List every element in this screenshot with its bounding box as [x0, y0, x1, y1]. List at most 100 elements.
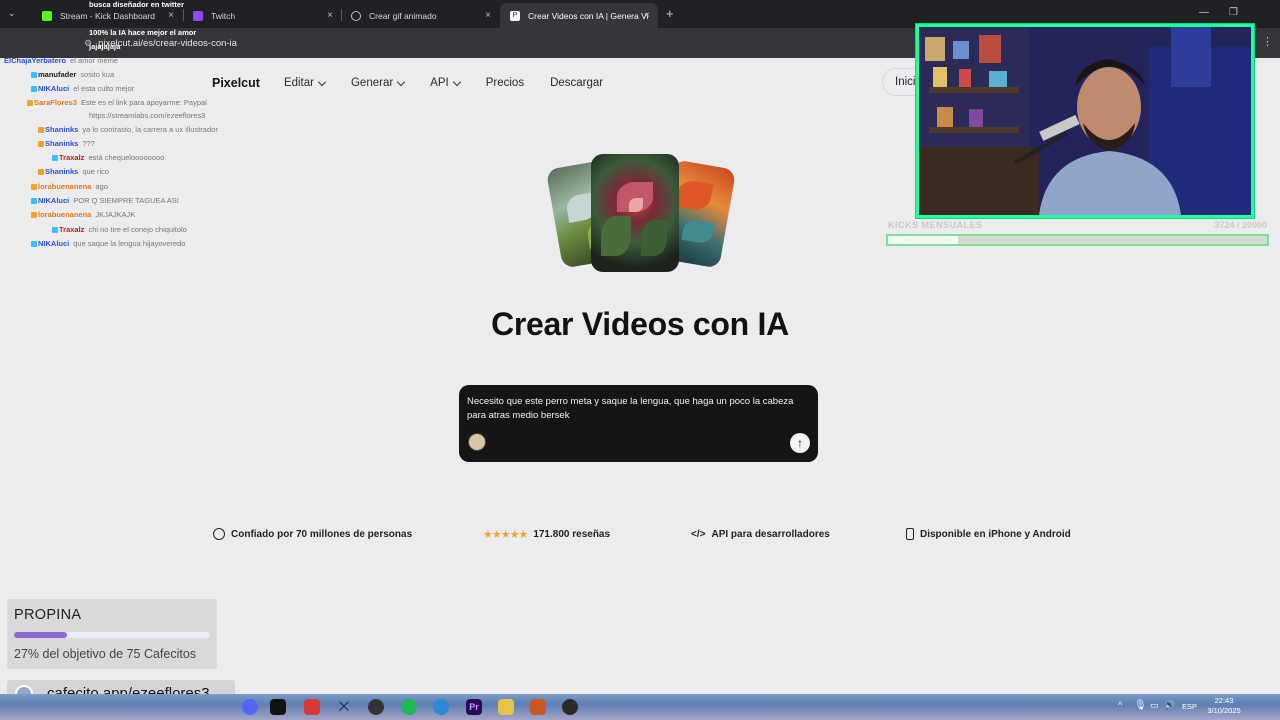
- chat-line: ElChajaYerbatero el amor meme: [4, 56, 118, 65]
- kicks-count: 3724 / 20000: [1214, 220, 1267, 230]
- nav-api[interactable]: API: [430, 77, 461, 89]
- chevron-down-icon: [317, 77, 327, 86]
- send-button[interactable]: ↑: [790, 433, 810, 453]
- app-icon[interactable]: [433, 699, 449, 715]
- tab-twitch[interactable]: Twitch ×: [183, 3, 341, 28]
- chat-line: Shaninks ya lo contrasto, la carrera a ux…: [38, 125, 218, 134]
- language-indicator[interactable]: ESP: [1182, 702, 1197, 711]
- image-detail: [629, 198, 643, 212]
- tip-goal-text: 27% del objetivo de 75 Cafecitos: [14, 647, 197, 661]
- browser-menu-icon[interactable]: ⋮: [1262, 35, 1273, 48]
- spotify-icon[interactable]: [401, 699, 417, 715]
- chat-message: que saque la lengua hijayoveredo: [73, 239, 186, 248]
- webcam-scene: [919, 27, 1251, 215]
- prompt-textarea[interactable]: Necesito que este perro meta y saque la …: [467, 395, 812, 422]
- restore-icon[interactable]: ❐: [1229, 7, 1238, 18]
- stars-icon: ★★★★★: [483, 528, 528, 541]
- tab-title: Stream - Kick Dashboard: [60, 10, 155, 21]
- nav-precios[interactable]: Precios: [486, 77, 524, 89]
- tab-close-icon[interactable]: ×: [168, 10, 174, 21]
- kicks-progress-fill: [888, 236, 959, 244]
- chat-username: Traxalz: [59, 153, 85, 162]
- tab-list-chevron-icon[interactable]: ⌄: [8, 8, 16, 19]
- hero-image-stack: [545, 150, 737, 274]
- smiley-icon: [213, 528, 225, 540]
- premiere-icon[interactable]: Pr: [466, 699, 482, 715]
- app-icon[interactable]: [304, 699, 320, 715]
- image-detail: [675, 178, 714, 212]
- folder-icon[interactable]: [498, 699, 514, 715]
- volume-icon[interactable]: 🔊: [1164, 700, 1175, 711]
- prompt-input-box[interactable]: Necesito que este perro meta y saque la …: [459, 385, 818, 462]
- kicks-progress-bar: [886, 234, 1269, 246]
- minimize-icon[interactable]: —: [1199, 7, 1209, 18]
- twitch-favicon-icon: [193, 10, 203, 21]
- feature-label: 171.800 reseñas: [533, 528, 611, 540]
- nav-editar[interactable]: Editar: [284, 77, 327, 89]
- pixelcut-logo[interactable]: Pixelcut: [212, 76, 260, 90]
- image-detail: [601, 216, 631, 256]
- chat-message: jajajajaja: [89, 42, 121, 51]
- tab-close-icon[interactable]: ×: [327, 10, 333, 21]
- image-detail: [681, 217, 715, 245]
- feature-label: Disponible en iPhone y Android: [920, 528, 1071, 540]
- chat-line: SaraFlores3 Este es el link para apoyarme…: [27, 98, 207, 107]
- chat-message: el esta culto mejor: [73, 84, 135, 93]
- tab-title: Crear gif animado: [369, 10, 437, 21]
- chat-message: sosito kua: [80, 70, 115, 79]
- chat-message: está chequeloooooooo: [88, 153, 165, 162]
- windows-taskbar: ⨉ Pr ^ 🎙 ▭ 🔊 ESP 22:43 3/10/2025: [0, 694, 1280, 720]
- tip-progress-bar: [14, 632, 210, 638]
- obs-icon[interactable]: [270, 699, 286, 715]
- chat-username: NIKAluci: [38, 196, 70, 205]
- chevron-down-icon: [396, 77, 406, 86]
- nav-label: Generar: [350, 77, 394, 89]
- nav-label: API: [430, 77, 449, 89]
- tray-chevron-icon[interactable]: ^: [1118, 700, 1122, 710]
- kick-favicon-icon: [42, 10, 52, 21]
- chat-username: SaraFlores3: [34, 98, 77, 107]
- nav-descargar[interactable]: Descargar: [550, 77, 603, 89]
- chat-username: NIKAluci: [38, 84, 70, 93]
- chat-username: Shaninks: [45, 139, 79, 148]
- microphone-icon[interactable]: 🎙: [1134, 700, 1147, 711]
- image-detail: [641, 220, 667, 256]
- tab-close-icon[interactable]: ×: [644, 10, 650, 21]
- tip-goal-title: PROPINA: [14, 607, 82, 623]
- uploaded-dog-thumbnail[interactable]: [468, 433, 486, 451]
- chat-message: ya lo contrasto, la carrera a ux illustr…: [82, 125, 218, 134]
- feature-api: </> API para desarrolladores: [691, 527, 830, 541]
- badge-icon: [31, 86, 37, 93]
- new-tab-button[interactable]: +: [666, 6, 674, 21]
- pixelcut-favicon-icon: P: [510, 10, 520, 21]
- chat-message: 100% la IA hace mejor el amor: [89, 28, 197, 37]
- network-icon[interactable]: ▭: [1150, 700, 1159, 711]
- chat-line: NIKAluci POR Q SIEMPRE TAGUEA ASI: [31, 196, 179, 205]
- badge-icon: [31, 241, 37, 248]
- feature-label: Confiado por 70 millones de personas: [231, 528, 413, 540]
- globe-favicon-icon: [351, 10, 361, 21]
- feature-mobile: Disponible en iPhone y Android: [906, 527, 1071, 541]
- badge-icon: [27, 100, 33, 107]
- tab-title: Crear Videos con IA | Genera Vi: [528, 10, 649, 21]
- app-icon[interactable]: [562, 699, 578, 715]
- chat-message: que rico: [82, 167, 110, 176]
- webcam-feed: [916, 24, 1254, 218]
- nav-generar[interactable]: Generar: [350, 77, 406, 89]
- chat-username: ElChajaYerbatero: [4, 56, 67, 65]
- discord-icon[interactable]: [242, 699, 258, 715]
- chat-line: Shaninks que rico: [38, 167, 109, 176]
- tab-crear-gif[interactable]: Crear gif animado ×: [341, 3, 499, 28]
- tab-close-icon[interactable]: ×: [485, 10, 491, 21]
- badge-icon: [38, 169, 44, 176]
- tab-pixelcut-active[interactable]: P Crear Videos con IA | Genera Vi ×: [500, 3, 658, 28]
- app-icon[interactable]: [530, 699, 546, 715]
- chat-message: chi no tire el conejo chiquitolo: [88, 225, 187, 234]
- chat-line: Shaninks???: [38, 139, 95, 148]
- chat-message: POR Q SIEMPRE TAGUEA ASI: [73, 196, 179, 205]
- chat-username: lorabuenanena: [38, 210, 92, 219]
- chat-line: https://streamlabs.com/ezeeflores3: [89, 111, 205, 120]
- chrome-icon[interactable]: [368, 699, 384, 715]
- clock[interactable]: 22:43 3/10/2025: [1206, 696, 1242, 716]
- vscode-icon[interactable]: ⨉: [336, 699, 352, 715]
